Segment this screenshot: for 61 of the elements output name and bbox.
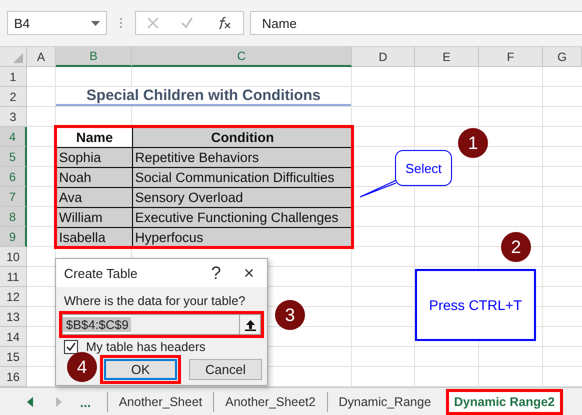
dialog-button[interactable]: Cancel: [189, 359, 262, 380]
shortcut-callout: Press CTRL+T: [415, 269, 536, 341]
headers-checkbox[interactable]: [64, 340, 78, 354]
table-cell[interactable]: Noah: [56, 167, 133, 188]
row-header[interactable]: 4: [0, 127, 27, 147]
column-header[interactable]: G: [543, 47, 582, 67]
upload-arrow-icon: [244, 318, 256, 330]
scroll-left-icon[interactable]: [26, 397, 35, 407]
more-sheets-button[interactable]: ...: [80, 394, 91, 410]
range-field[interactable]: $B$4:$C$9: [62, 314, 239, 335]
column-header[interactable]: F: [479, 47, 543, 67]
help-button[interactable]: ?: [201, 259, 231, 287]
table-cell[interactable]: Social Communication Difficulties: [132, 167, 353, 188]
row-header[interactable]: 8: [0, 207, 27, 227]
name-box[interactable]: B4: [7, 11, 107, 35]
step-badge: 3: [275, 300, 305, 330]
table-cell[interactable]: Isabella: [56, 227, 133, 248]
table-cell[interactable]: Sensory Overload: [132, 187, 353, 208]
row-header[interactable]: 7: [0, 187, 27, 207]
table-cell[interactable]: Executive Functioning Challenges: [132, 207, 353, 228]
column-header[interactable]: C: [132, 47, 352, 67]
row-header[interactable]: 5: [0, 147, 27, 167]
column-header[interactable]: A: [27, 47, 56, 67]
row-header[interactable]: 13: [0, 307, 27, 327]
drag-handle-icon[interactable]: [119, 17, 123, 29]
column-header[interactable]: E: [415, 47, 479, 67]
column-header[interactable]: B: [56, 47, 132, 67]
dropdown-caret-icon[interactable]: [91, 20, 100, 26]
dialog-title: Create Table: [64, 266, 138, 280]
row-header[interactable]: 1: [0, 67, 27, 87]
row-header[interactable]: 10: [0, 247, 27, 267]
step-badge: 1: [458, 128, 488, 158]
row-header[interactable]: 12: [0, 287, 27, 307]
table-cell[interactable]: Hyperfocus: [132, 227, 353, 248]
row-header[interactable]: 16: [0, 367, 27, 387]
sheet-tab[interactable]: Dynamic Range2: [446, 389, 563, 415]
collapse-dialog-button[interactable]: [239, 314, 261, 335]
table-cell[interactable]: Ava: [56, 187, 133, 208]
sheet-tab[interactable]: Another_Sheet: [106, 392, 214, 412]
checkmark-icon[interactable]: [181, 17, 194, 29]
row-header[interactable]: 2: [0, 87, 27, 107]
sheet-title: Special Children with Conditions: [56, 87, 351, 106]
formula-field[interactable]: Name: [250, 11, 582, 35]
row-header[interactable]: 6: [0, 167, 27, 187]
select-callout: Select: [395, 150, 452, 186]
checkbox-label[interactable]: My table has headers: [86, 340, 206, 354]
row-header[interactable]: 3: [0, 107, 27, 127]
table-cell[interactable]: Repetitive Behaviors: [132, 147, 353, 168]
row-header[interactable]: 14: [0, 327, 27, 347]
row-header[interactable]: 11: [0, 267, 27, 287]
row-header[interactable]: 9: [0, 227, 27, 247]
step-badge: 2: [501, 232, 531, 262]
close-button[interactable]: ×: [231, 259, 267, 287]
range-prompt: Where is the data for your table?: [64, 294, 246, 308]
table-cell[interactable]: Sophia: [56, 147, 133, 168]
column-header[interactable]: D: [352, 47, 415, 67]
table-cell[interactable]: William: [56, 207, 133, 228]
row-header[interactable]: 15: [0, 347, 27, 367]
sheet-tab[interactable]: Another_Sheet2: [213, 392, 327, 412]
sheet-tab[interactable]: Dynamic_Range: [326, 392, 442, 412]
table-header-cell[interactable]: Condition: [132, 127, 353, 148]
